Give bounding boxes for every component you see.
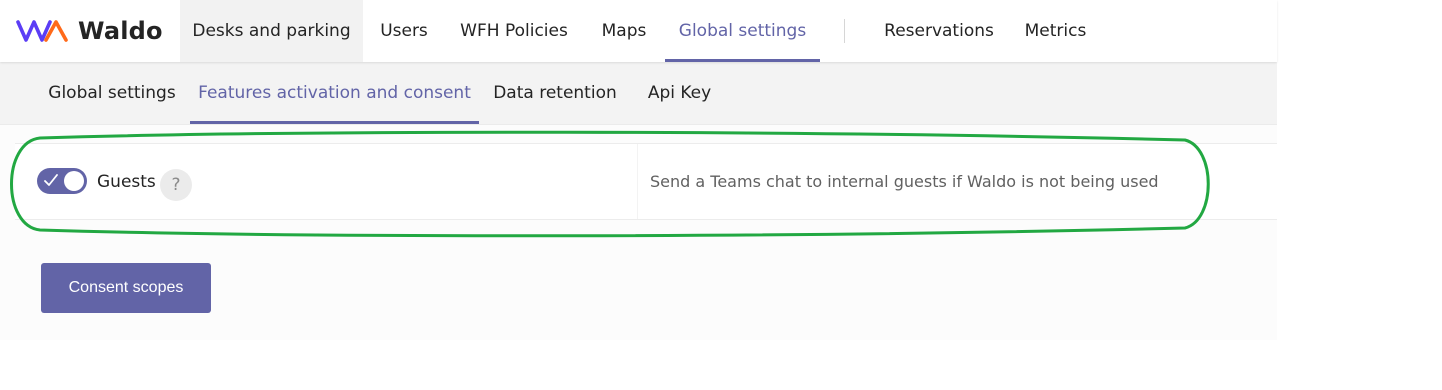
nav-divider xyxy=(844,19,845,43)
nav-reservations[interactable]: Reservations xyxy=(870,0,1008,62)
nav-users[interactable]: Users xyxy=(363,0,445,62)
waldo-logo: Waldo xyxy=(16,16,163,46)
sub-navigation-tabs: Global settings Features activation and … xyxy=(0,62,1277,124)
waldo-wa-logo-icon xyxy=(16,20,68,42)
consent-scopes-button[interactable]: Consent scopes xyxy=(41,263,211,313)
toggle-knob xyxy=(64,171,84,191)
feature-row-guests: Guests ? Send a Teams chat to internal g… xyxy=(15,143,1277,220)
column-divider xyxy=(637,144,638,219)
top-navigation-bar: Waldo Desks and parking Users WFH Polici… xyxy=(0,0,1277,62)
subnav-divider xyxy=(0,124,1277,125)
nav-maps[interactable]: Maps xyxy=(583,0,665,62)
feature-label: Guests xyxy=(97,172,156,192)
nav-global-settings[interactable]: Global settings xyxy=(665,0,820,62)
nav-metrics[interactable]: Metrics xyxy=(1008,0,1103,62)
tab-features-activation-and-consent[interactable]: Features activation and consent xyxy=(190,62,479,124)
feature-description: Send a Teams chat to internal guests if … xyxy=(650,172,1159,191)
question-mark-icon[interactable]: ? xyxy=(160,169,192,201)
tab-global-settings[interactable]: Global settings xyxy=(34,62,190,124)
tab-data-retention[interactable]: Data retention xyxy=(479,62,631,124)
check-icon xyxy=(44,174,58,186)
nav-desks-and-parking[interactable]: Desks and parking xyxy=(180,0,363,62)
guests-toggle[interactable] xyxy=(37,168,87,194)
brand-name: Waldo xyxy=(78,17,163,45)
tab-api-key[interactable]: Api Key xyxy=(631,62,728,124)
app-window: Waldo Desks and parking Users WFH Polici… xyxy=(0,0,1277,340)
nav-wfh-policies[interactable]: WFH Policies xyxy=(445,0,583,62)
